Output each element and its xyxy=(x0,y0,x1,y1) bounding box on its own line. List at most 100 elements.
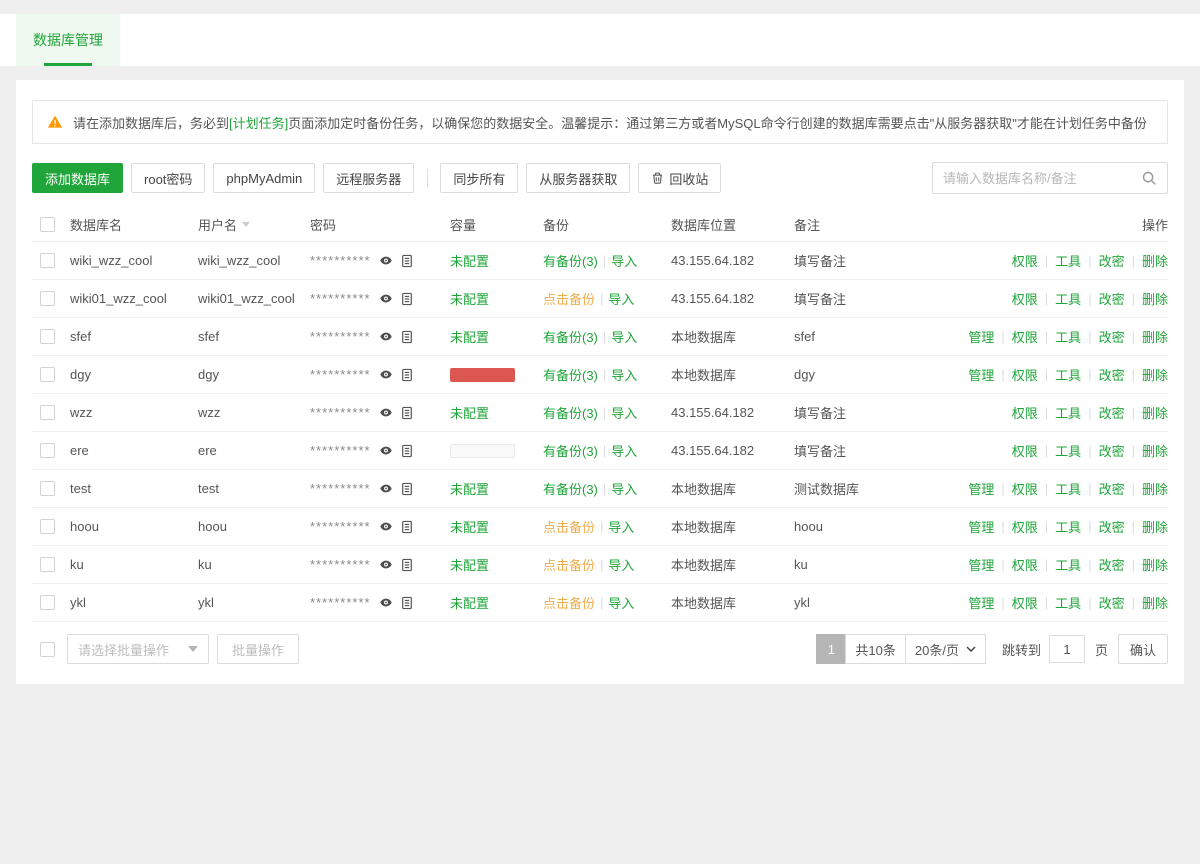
backup-link[interactable]: 点击备份 xyxy=(543,555,595,574)
backup-link[interactable]: 有备份(3) xyxy=(543,327,598,346)
copy-password-icon[interactable] xyxy=(401,368,413,382)
db-remark[interactable]: ku xyxy=(794,557,808,572)
db-remark[interactable]: 测试数据库 xyxy=(794,479,859,498)
copy-password-icon[interactable] xyxy=(401,596,413,610)
action-change-password-link[interactable]: 改密 xyxy=(1099,365,1125,384)
action-change-password-link[interactable]: 改密 xyxy=(1099,441,1125,460)
backup-link[interactable]: 点击备份 xyxy=(543,289,595,308)
import-link[interactable]: 导入 xyxy=(608,593,634,612)
action-tools-link[interactable]: 工具 xyxy=(1055,327,1081,346)
copy-password-icon[interactable] xyxy=(401,482,413,496)
capacity-bar-empty[interactable] xyxy=(450,444,515,458)
backup-link[interactable]: 有备份(3) xyxy=(543,441,598,460)
fetch-from-server-button[interactable]: 从服务器获取 xyxy=(526,163,630,193)
select-all-checkbox[interactable] xyxy=(40,217,55,232)
copy-password-icon[interactable] xyxy=(401,406,413,420)
show-password-icon[interactable] xyxy=(379,292,393,305)
show-password-icon[interactable] xyxy=(379,596,393,609)
recycle-bin-button[interactable]: 回收站 xyxy=(638,163,721,193)
action-permission-link[interactable]: 权限 xyxy=(1012,327,1038,346)
page-size-select[interactable]: 20条/页 xyxy=(905,634,986,664)
action-manage-link[interactable]: 管理 xyxy=(968,479,994,498)
pagination-current-page[interactable]: 1 xyxy=(816,634,846,664)
phpmyadmin-button[interactable]: phpMyAdmin xyxy=(213,163,315,193)
action-delete-link[interactable]: 删除 xyxy=(1142,555,1168,574)
copy-password-icon[interactable] xyxy=(401,558,413,572)
capacity-link[interactable]: 未配置 xyxy=(450,289,489,308)
copy-password-icon[interactable] xyxy=(401,444,413,458)
action-delete-link[interactable]: 删除 xyxy=(1142,365,1168,384)
add-database-button[interactable]: 添加数据库 xyxy=(32,163,123,193)
action-change-password-link[interactable]: 改密 xyxy=(1099,555,1125,574)
action-change-password-link[interactable]: 改密 xyxy=(1099,479,1125,498)
action-permission-link[interactable]: 权限 xyxy=(1012,289,1038,308)
action-delete-link[interactable]: 删除 xyxy=(1142,517,1168,536)
db-remark[interactable]: sfef xyxy=(794,329,815,344)
copy-password-icon[interactable] xyxy=(401,292,413,306)
search-input[interactable] xyxy=(943,171,1141,186)
import-link[interactable]: 导入 xyxy=(611,327,637,346)
header-username[interactable]: 用户名 xyxy=(198,215,310,234)
import-link[interactable]: 导入 xyxy=(611,251,637,270)
action-permission-link[interactable]: 权限 xyxy=(1012,251,1038,270)
action-tools-link[interactable]: 工具 xyxy=(1055,365,1081,384)
action-tools-link[interactable]: 工具 xyxy=(1055,289,1081,308)
jump-page-input[interactable] xyxy=(1049,635,1085,663)
backup-link[interactable]: 有备份(3) xyxy=(543,403,598,422)
import-link[interactable]: 导入 xyxy=(611,365,637,384)
batch-operation-select[interactable]: 请选择批量操作 xyxy=(67,634,209,664)
row-checkbox[interactable] xyxy=(40,367,55,382)
capacity-link[interactable]: 未配置 xyxy=(450,593,489,612)
action-tools-link[interactable]: 工具 xyxy=(1055,555,1081,574)
show-password-icon[interactable] xyxy=(379,444,393,457)
backup-link[interactable]: 点击备份 xyxy=(543,593,595,612)
action-manage-link[interactable]: 管理 xyxy=(968,327,994,346)
import-link[interactable]: 导入 xyxy=(608,555,634,574)
action-permission-link[interactable]: 权限 xyxy=(1012,555,1038,574)
import-link[interactable]: 导入 xyxy=(611,479,637,498)
jump-confirm-button[interactable]: 确认 xyxy=(1118,634,1168,664)
show-password-icon[interactable] xyxy=(379,558,393,571)
row-checkbox[interactable] xyxy=(40,291,55,306)
db-remark[interactable]: 填写备注 xyxy=(794,289,846,308)
import-link[interactable]: 导入 xyxy=(611,441,637,460)
search-icon[interactable] xyxy=(1141,170,1157,186)
copy-password-icon[interactable] xyxy=(401,520,413,534)
show-password-icon[interactable] xyxy=(379,406,393,419)
action-delete-link[interactable]: 删除 xyxy=(1142,441,1168,460)
copy-password-icon[interactable] xyxy=(401,330,413,344)
copy-password-icon[interactable] xyxy=(401,254,413,268)
backup-link[interactable]: 点击备份 xyxy=(543,517,595,536)
backup-link[interactable]: 有备份(3) xyxy=(543,365,598,384)
show-password-icon[interactable] xyxy=(379,482,393,495)
action-change-password-link[interactable]: 改密 xyxy=(1099,289,1125,308)
action-permission-link[interactable]: 权限 xyxy=(1012,593,1038,612)
import-link[interactable]: 导入 xyxy=(611,403,637,422)
action-change-password-link[interactable]: 改密 xyxy=(1099,517,1125,536)
row-checkbox[interactable] xyxy=(40,405,55,420)
capacity-link[interactable]: 未配置 xyxy=(450,403,489,422)
batch-select-all-checkbox[interactable] xyxy=(40,642,55,657)
capacity-bar-full[interactable] xyxy=(450,368,515,382)
row-checkbox[interactable] xyxy=(40,557,55,572)
db-remark[interactable]: 填写备注 xyxy=(794,403,846,422)
db-remark[interactable]: 填写备注 xyxy=(794,441,846,460)
action-tools-link[interactable]: 工具 xyxy=(1055,403,1081,422)
action-tools-link[interactable]: 工具 xyxy=(1055,441,1081,460)
action-change-password-link[interactable]: 改密 xyxy=(1099,251,1125,270)
action-delete-link[interactable]: 删除 xyxy=(1142,251,1168,270)
show-password-icon[interactable] xyxy=(379,330,393,343)
row-checkbox[interactable] xyxy=(40,519,55,534)
tab-database-management[interactable]: 数据库管理 xyxy=(16,14,120,66)
action-tools-link[interactable]: 工具 xyxy=(1055,593,1081,612)
batch-operation-button[interactable]: 批量操作 xyxy=(217,634,299,664)
root-password-button[interactable]: root密码 xyxy=(131,163,205,193)
capacity-link[interactable]: 未配置 xyxy=(450,555,489,574)
action-manage-link[interactable]: 管理 xyxy=(968,593,994,612)
action-permission-link[interactable]: 权限 xyxy=(1012,403,1038,422)
capacity-link[interactable]: 未配置 xyxy=(450,251,489,270)
action-delete-link[interactable]: 删除 xyxy=(1142,327,1168,346)
action-tools-link[interactable]: 工具 xyxy=(1055,251,1081,270)
remote-server-button[interactable]: 远程服务器 xyxy=(323,163,414,193)
action-permission-link[interactable]: 权限 xyxy=(1012,479,1038,498)
